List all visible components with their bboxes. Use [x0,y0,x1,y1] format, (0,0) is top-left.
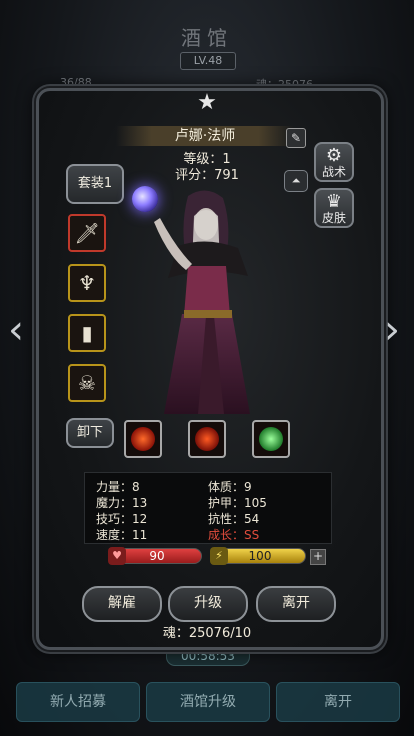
edit-icon[interactable]: ✎ [286,128,306,148]
chevron-left-icon[interactable]: ‹ [8,310,24,350]
star-icon: ★ [197,90,217,115]
hero-name: 卢娜·法师 [116,126,294,146]
unequip-button[interactable]: 卸下 [66,418,114,448]
recruit-button[interactable]: 新人招募 [16,682,140,722]
fire-skill-icon [195,427,219,451]
heart-icon: ♥ [108,547,126,565]
tavern-level: LV.48 [180,52,236,70]
helmet-slot[interactable]: ☠ [68,364,106,402]
dismiss-button[interactable]: 解雇 [82,586,162,622]
stat-skill: 技巧：12 [96,512,148,526]
tactics-label: 战术 [321,165,346,179]
nature-skill-icon [259,427,283,451]
soul-cost: 魂：25076/10 [162,626,252,641]
accessory-slot[interactable]: ▮ [68,314,106,352]
up-arrow-icon[interactable]: ⏶ [284,170,308,192]
chevron-right-icon[interactable]: › [384,310,400,350]
tavern-title: 酒馆 [181,26,233,50]
tavern-leave-button[interactable]: 离开 [276,682,400,722]
stat-armor: 护甲：105 [208,496,267,510]
armor-slot[interactable]: ♆ [68,264,106,302]
skin-label: 皮肤 [321,211,346,225]
skin-button[interactable]: ♛ 皮肤 [314,188,354,228]
gear-icon: ⚙ [325,145,343,166]
leave-button[interactable]: 离开 [256,586,336,622]
fire-skill-icon [131,427,155,451]
skin-icon: ♛ [325,191,343,212]
stat-resistance: 抗性：54 [208,512,260,526]
hero-portrait [154,190,250,414]
upgrade-button[interactable]: 升级 [168,586,248,622]
stat-speed: 速度：11 [96,528,148,542]
skill-slot-2[interactable] [188,420,226,458]
lightning-icon: ⚡ [210,547,228,565]
stat-constitution: 体质：9 [208,480,252,494]
skill-slot-1[interactable] [124,420,162,458]
stat-magic: 魔力：13 [96,496,148,510]
stat-strength: 力量：8 [96,480,140,494]
tactics-button[interactable]: ⚙ 战术 [314,142,354,182]
skill-slot-3[interactable] [252,420,290,458]
stat-growth: 成长：SS [208,528,260,542]
equipment-set-button[interactable]: 套装1 [66,164,124,204]
plus-icon[interactable]: + [310,549,326,565]
weapon-slot[interactable]: 🗡 [68,214,106,252]
tavern-upgrade-button[interactable]: 酒馆升级 [146,682,270,722]
